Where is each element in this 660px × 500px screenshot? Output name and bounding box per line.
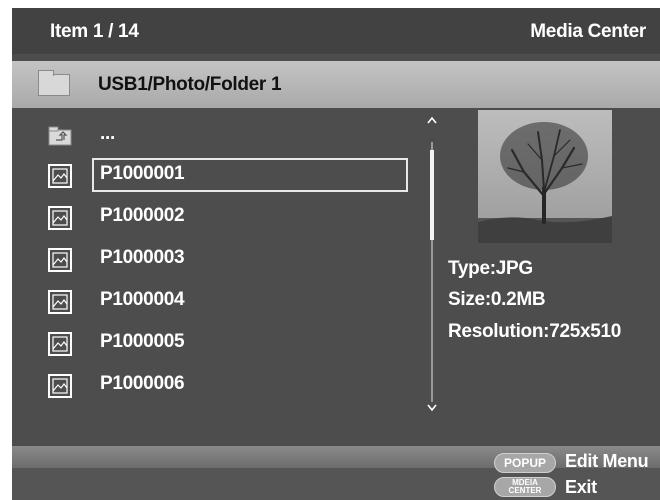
image-icon xyxy=(48,332,72,356)
list-scrollbar[interactable] xyxy=(422,114,442,414)
list-item[interactable]: P1000003 xyxy=(48,242,418,276)
list-item-label: ... xyxy=(100,123,115,144)
popup-key-button[interactable]: POPUP xyxy=(494,453,556,473)
list-item-label: P1000001 xyxy=(100,163,185,184)
app-title: Media Center xyxy=(530,21,646,42)
item-counter: Item 1 / 14 xyxy=(50,21,139,42)
image-icon xyxy=(48,290,72,314)
footer-bar xyxy=(12,468,660,500)
image-icon xyxy=(48,248,72,272)
media-center-key-button[interactable]: MDEIA CENTER xyxy=(494,477,556,497)
list-item-label: P1000003 xyxy=(100,247,185,268)
media-center-screen: Item 1 / 14 Media Center USB1/Photo/Fold… xyxy=(12,8,660,500)
photo-preview-thumbnail xyxy=(478,110,612,243)
scrollbar-thumb[interactable] xyxy=(430,150,434,240)
file-type: Type:JPG xyxy=(448,258,533,279)
folder-icon xyxy=(38,70,70,96)
list-item[interactable]: P1000006 xyxy=(48,368,418,402)
image-icon xyxy=(48,374,72,398)
list-item-label: P1000005 xyxy=(100,331,185,352)
file-size: Size:0.2MB xyxy=(448,289,546,310)
exit-action-label: Exit xyxy=(565,477,597,497)
list-item-label: P1000006 xyxy=(100,373,185,394)
footer-separator xyxy=(12,446,660,468)
file-resolution: Resolution:725x510 xyxy=(448,321,622,342)
list-item[interactable]: P1000001 xyxy=(48,158,418,192)
list-item[interactable]: P1000005 xyxy=(48,326,418,360)
list-item[interactable]: P1000002 xyxy=(48,200,418,234)
folder-up-icon xyxy=(48,126,72,146)
list-item-label: P1000002 xyxy=(100,205,185,226)
path-bar: USB1/Photo/Folder 1 xyxy=(12,61,660,108)
current-path: USB1/Photo/Folder 1 xyxy=(98,74,282,95)
image-icon xyxy=(48,164,72,188)
header-bar: Item 1 / 14 Media Center xyxy=(12,8,660,54)
list-item-label: P1000004 xyxy=(100,289,185,310)
chevron-up-icon[interactable] xyxy=(422,114,442,126)
chevron-down-icon[interactable] xyxy=(422,402,442,414)
popup-action-label: Edit Menu xyxy=(565,451,649,471)
image-icon xyxy=(48,206,72,230)
list-item[interactable]: P1000004 xyxy=(48,284,418,318)
list-item-parent-folder[interactable]: ... xyxy=(48,118,418,152)
